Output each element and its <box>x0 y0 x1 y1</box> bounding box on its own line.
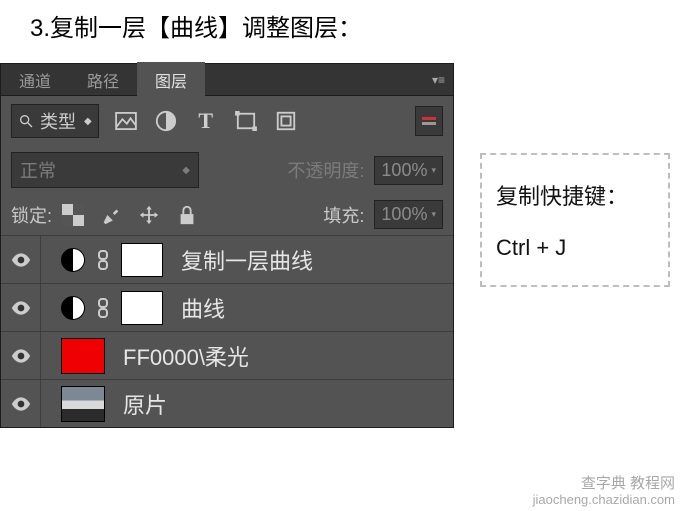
lock-move-icon[interactable] <box>138 204 160 226</box>
eye-icon <box>11 397 31 411</box>
instruction-text: 3.复制一层【曲线】调整图层： <box>0 0 681 63</box>
link-icon <box>95 250 111 270</box>
opacity-value: 100% <box>381 160 427 181</box>
tab-channel[interactable]: 通道 <box>1 62 69 98</box>
eye-icon <box>11 301 31 315</box>
image-thumbnail[interactable] <box>61 386 105 422</box>
layer-name[interactable]: 原片 <box>123 388 167 420</box>
search-icon <box>18 113 34 129</box>
layers-list: 复制一层曲线 曲线 <box>1 235 453 427</box>
curves-adjustment-icon <box>61 296 85 320</box>
blend-row: 正常 ◆ 不透明度: 100% ▾ <box>1 146 453 194</box>
lock-all-icon[interactable] <box>176 204 198 226</box>
layer-name[interactable]: 复制一层曲线 <box>181 244 313 276</box>
chevron-down-icon: ▾ <box>431 165 436 176</box>
blend-mode-value: 正常 <box>20 157 56 183</box>
fill-label: 填充: <box>323 202 364 228</box>
shortcut-note: 复制快捷键： Ctrl + J <box>480 153 670 287</box>
visibility-toggle[interactable] <box>1 236 41 283</box>
visibility-toggle[interactable] <box>1 284 41 331</box>
blend-mode-select[interactable]: 正常 ◆ <box>11 152 199 188</box>
color-fill-thumbnail[interactable] <box>61 338 105 374</box>
panel-menu-icon[interactable]: ▾≡ <box>424 73 453 87</box>
tab-path[interactable]: 路径 <box>69 62 137 98</box>
layer-row[interactable]: 原片 <box>1 379 453 427</box>
lock-label: 锁定: <box>11 202 52 228</box>
visibility-toggle[interactable] <box>1 332 41 379</box>
layer-row[interactable]: 复制一层曲线 <box>1 235 453 283</box>
dropdown-caret-icon: ◆ <box>182 165 190 176</box>
link-icon <box>95 298 111 318</box>
visibility-toggle[interactable] <box>1 380 41 427</box>
panel-tabs: 通道 路径 图层 ▾≡ <box>1 64 453 96</box>
mask-thumbnail[interactable] <box>121 291 163 325</box>
layer-row[interactable]: FF0000\柔光 <box>1 331 453 379</box>
curves-adjustment-icon <box>61 248 85 272</box>
dropdown-caret-icon: ◆ <box>84 116 92 127</box>
layers-panel: 通道 路径 图层 ▾≡ 类型 ◆ T <box>0 63 454 428</box>
lock-row: 锁定: 填充: 100% ▾ <box>1 194 453 235</box>
filter-row: 类型 ◆ T <box>1 96 453 146</box>
filter-type-label: 类型 <box>40 108 76 134</box>
shortcut-title: 复制快捷键： <box>496 179 654 211</box>
tab-layers[interactable]: 图层 <box>137 62 205 98</box>
lock-brush-icon[interactable] <box>100 204 122 226</box>
opacity-label: 不透明度: <box>287 157 364 183</box>
filter-shape-icon[interactable] <box>233 108 259 134</box>
watermark: 查字典 教程网 jiaocheng.chazidian.com <box>533 476 675 507</box>
layer-name[interactable]: FF0000\柔光 <box>123 340 249 372</box>
opacity-input[interactable]: 100% ▾ <box>374 156 443 185</box>
shortcut-keys: Ctrl + J <box>496 235 654 261</box>
filter-adjustment-icon[interactable] <box>153 108 179 134</box>
eye-icon <box>11 349 31 363</box>
watermark-line2: jiaocheng.chazidian.com <box>533 493 675 507</box>
layer-name[interactable]: 曲线 <box>181 292 225 324</box>
mask-thumbnail[interactable] <box>121 243 163 277</box>
chevron-down-icon: ▾ <box>431 209 436 220</box>
watermark-line1: 查字典 教程网 <box>533 476 675 493</box>
filter-type-text-icon[interactable]: T <box>193 108 219 134</box>
lock-transparent-icon[interactable] <box>62 204 84 226</box>
filter-toggle[interactable] <box>415 106 443 136</box>
filter-type-select[interactable]: 类型 ◆ <box>11 104 99 138</box>
filter-smartobject-icon[interactable] <box>273 108 299 134</box>
layer-row[interactable]: 曲线 <box>1 283 453 331</box>
fill-value: 100% <box>381 204 427 225</box>
filter-pixel-icon[interactable] <box>113 108 139 134</box>
fill-input[interactable]: 100% ▾ <box>374 200 443 229</box>
eye-icon <box>11 253 31 267</box>
